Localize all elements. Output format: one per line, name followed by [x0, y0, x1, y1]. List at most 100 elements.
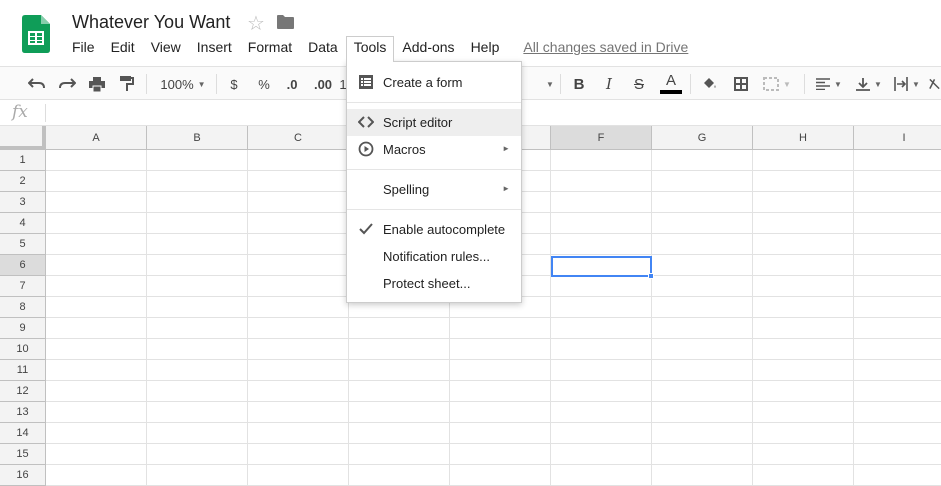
- zoom-value: 100%: [160, 76, 194, 92]
- row-header[interactable]: 13: [0, 402, 46, 423]
- row-header-selected[interactable]: 6: [0, 255, 46, 276]
- fill-handle[interactable]: [648, 273, 654, 279]
- row-header[interactable]: 9: [0, 318, 46, 339]
- menu-item-label: Enable autocomplete: [383, 222, 506, 237]
- print-icon: [89, 76, 105, 92]
- menu-file[interactable]: File: [64, 36, 103, 60]
- column-header-a[interactable]: A: [46, 126, 147, 150]
- row-header[interactable]: 1: [0, 150, 46, 171]
- chevron-down-icon: ▼: [197, 79, 206, 89]
- text-color-button[interactable]: A: [659, 73, 683, 95]
- toolbar-divider: [146, 74, 147, 94]
- menu-divider: [347, 209, 521, 210]
- borders-icon: [734, 77, 748, 91]
- title-bar: Whatever You Want ☆ File Edit View Inser…: [0, 0, 941, 66]
- menu-item-protect-sheet[interactable]: Protect sheet...: [347, 270, 521, 297]
- undo-button[interactable]: [27, 73, 47, 95]
- row-header[interactable]: 4: [0, 213, 46, 234]
- menu-item-label: Macros: [383, 142, 426, 157]
- menu-item-label: Script editor: [383, 115, 453, 130]
- column-header-h[interactable]: H: [753, 126, 854, 150]
- row-header[interactable]: 10: [0, 339, 46, 360]
- menu-item-label: Create a form: [383, 75, 463, 90]
- row-header[interactable]: 12: [0, 381, 46, 402]
- chevron-down-icon: ▼: [546, 79, 554, 89]
- align-left-icon: [816, 78, 831, 90]
- column-header-c[interactable]: C: [248, 126, 349, 150]
- font-size-caret[interactable]: ▼: [543, 73, 554, 95]
- chevron-down-icon: ▼: [834, 79, 842, 89]
- menu-item-label: Notification rules...: [383, 249, 490, 264]
- star-icon[interactable]: ☆: [247, 11, 265, 36]
- column-header-f[interactable]: F: [551, 126, 652, 150]
- horizontal-align-button[interactable]: ▼: [814, 73, 844, 95]
- row-header[interactable]: 11: [0, 360, 46, 381]
- text-wrapping-button[interactable]: ▼: [892, 73, 922, 95]
- menu-item-notification-rules[interactable]: Notification rules...: [347, 243, 521, 270]
- undo-icon: [28, 78, 45, 89]
- menu-item-enable-autocomplete[interactable]: Enable autocomplete: [347, 216, 521, 243]
- zoom-select[interactable]: 100% ▼: [158, 73, 208, 95]
- menu-item-script-editor[interactable]: Script editor: [347, 109, 521, 136]
- save-status-link[interactable]: All changes saved in Drive: [523, 36, 688, 60]
- redo-icon: [59, 78, 76, 89]
- menu-tools[interactable]: Tools: [345, 36, 395, 62]
- active-cell-f6[interactable]: [551, 256, 652, 277]
- merge-cells-button[interactable]: ▼: [762, 73, 792, 95]
- menu-divider: [347, 169, 521, 170]
- select-all-corner[interactable]: [0, 126, 46, 150]
- check-icon: [359, 223, 373, 235]
- row-header[interactable]: 3: [0, 192, 46, 213]
- align-bottom-icon: [856, 78, 871, 91]
- percent-button[interactable]: %: [256, 73, 272, 95]
- fill-color-icon: [704, 78, 716, 88]
- row-header[interactable]: 16: [0, 465, 46, 486]
- menu-item-label: Spelling: [383, 182, 430, 197]
- increase-decimal-button[interactable]: .00: [312, 73, 334, 95]
- submenu-arrow-icon: ►: [502, 144, 510, 153]
- menu-item-create-form[interactable]: Create a form: [347, 69, 521, 96]
- document-title[interactable]: Whatever You Want: [72, 12, 230, 33]
- row-header[interactable]: 15: [0, 444, 46, 465]
- currency-button[interactable]: $: [227, 73, 241, 95]
- menu-add-ons[interactable]: Add-ons: [394, 36, 462, 60]
- fx-icon: fx: [12, 102, 28, 122]
- text-rotation-button[interactable]: [928, 73, 941, 95]
- row-header[interactable]: 5: [0, 234, 46, 255]
- row-header[interactable]: 2: [0, 171, 46, 192]
- play-circle-icon: [358, 141, 374, 157]
- paint-format-button[interactable]: [117, 73, 137, 95]
- column-header-g[interactable]: G: [652, 126, 753, 150]
- menu-view[interactable]: View: [143, 36, 189, 60]
- strikethrough-button[interactable]: S: [631, 73, 647, 95]
- toolbar-divider: [216, 74, 217, 94]
- row-header[interactable]: 7: [0, 276, 46, 297]
- decrease-decimal-button[interactable]: .0: [283, 73, 301, 95]
- menu-edit[interactable]: Edit: [103, 36, 143, 60]
- menu-help[interactable]: Help: [463, 36, 508, 60]
- menu-data[interactable]: Data: [300, 36, 346, 60]
- column-header-b[interactable]: B: [147, 126, 248, 150]
- row-header[interactable]: 8: [0, 297, 46, 318]
- text-rotation-icon: [929, 78, 940, 90]
- italic-button[interactable]: I: [601, 73, 617, 95]
- chevron-down-icon: ▼: [912, 79, 920, 89]
- vertical-align-button[interactable]: ▼: [854, 73, 884, 95]
- menu-item-label: Protect sheet...: [383, 276, 471, 291]
- menu-format[interactable]: Format: [240, 36, 300, 60]
- row-header[interactable]: 14: [0, 423, 46, 444]
- sheets-logo-icon[interactable]: [22, 15, 50, 53]
- folder-icon[interactable]: [277, 15, 294, 29]
- menu-bar: File Edit View Insert Format Data Tools …: [64, 36, 688, 62]
- column-header-i[interactable]: I: [854, 126, 941, 150]
- menu-insert[interactable]: Insert: [189, 36, 240, 60]
- menu-item-macros[interactable]: Macros ►: [347, 136, 521, 163]
- borders-button[interactable]: [732, 73, 750, 95]
- bold-button[interactable]: B: [571, 73, 587, 95]
- redo-button[interactable]: [57, 73, 77, 95]
- print-button[interactable]: [87, 73, 107, 95]
- fill-color-button[interactable]: [700, 73, 718, 95]
- menu-divider: [347, 102, 521, 103]
- chevron-down-icon: ▼: [874, 79, 882, 89]
- menu-item-spelling[interactable]: Spelling ►: [347, 176, 521, 203]
